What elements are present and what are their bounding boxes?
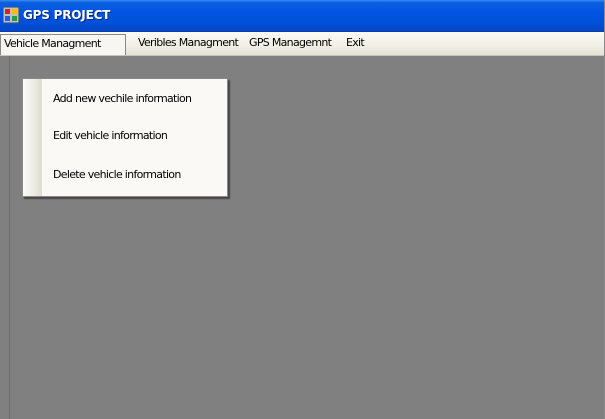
title-bar[interactable]: GPS PROJECT <box>0 0 604 32</box>
menu-gps-management[interactable]: GPS Managemnt <box>249 34 332 52</box>
menu-item-add-vehicle[interactable]: Add new vechile information <box>53 89 192 109</box>
menu-bar: Vehicle Managment Veribles Managment GPS… <box>0 32 604 56</box>
main-window: GPS PROJECT Vehicle Managment Veribles M… <box>0 0 605 419</box>
app-window-icon <box>2 6 20 24</box>
menu-exit[interactable]: Exit <box>346 34 365 52</box>
menu-veribles-management[interactable]: Veribles Managment <box>138 34 239 52</box>
window-title: GPS PROJECT <box>23 8 111 22</box>
menu-vehicle-management[interactable]: Vehicle Managment <box>0 34 126 55</box>
vehicle-management-dropdown: Add new vechile information Edit vehicle… <box>22 78 228 197</box>
menu-item-edit-vehicle[interactable]: Edit vehicle information <box>53 126 168 146</box>
dropdown-icon-gutter <box>23 79 42 196</box>
menu-item-delete-vehicle[interactable]: Delete vehicle information <box>53 165 181 185</box>
client-area-divider <box>9 56 10 419</box>
